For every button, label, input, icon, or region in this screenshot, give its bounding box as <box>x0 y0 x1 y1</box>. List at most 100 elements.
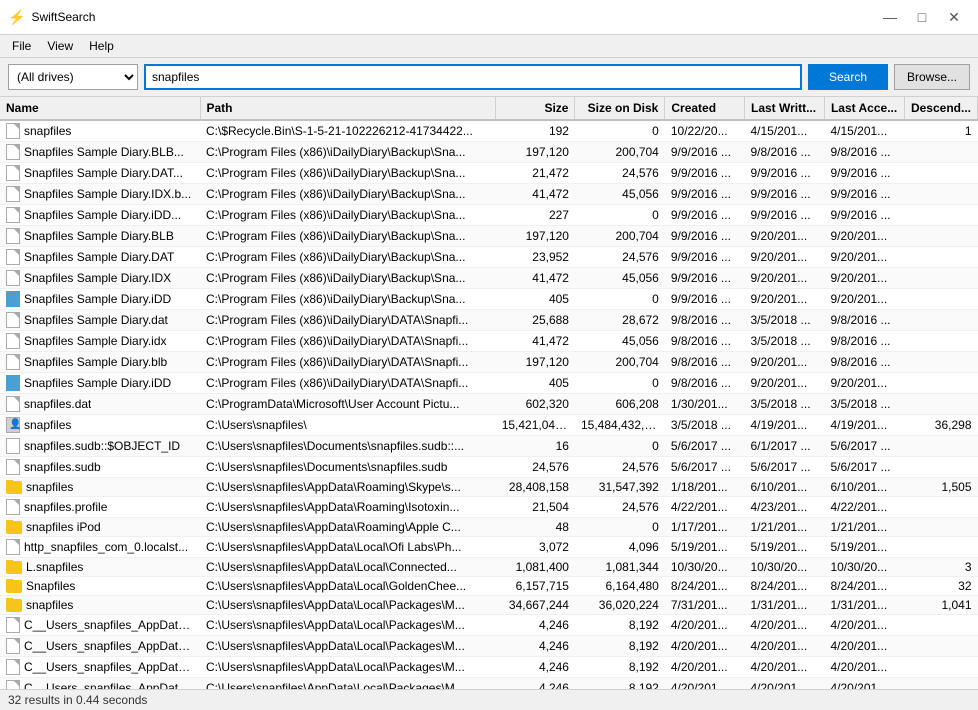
file-created: 9/9/2016 ... <box>665 247 745 268</box>
file-icon <box>6 333 20 349</box>
file-created: 4/20/201... <box>665 615 745 636</box>
table-row[interactable]: Snapfiles Sample Diary.datC:\Program Fil… <box>0 310 978 331</box>
table-row[interactable]: Snapfiles Sample Diary.iDDC:\Program Fil… <box>0 289 978 310</box>
table-row[interactable]: Snapfiles Sample Diary.DATC:\Program Fil… <box>0 247 978 268</box>
file-size: 25,688 <box>496 310 575 331</box>
menu-file[interactable]: File <box>4 37 39 55</box>
table-row[interactable]: Snapfiles Sample Diary.blbC:\Program Fil… <box>0 352 978 373</box>
file-path: C:\Users\snapfiles\Documents\snapfiles.s… <box>200 457 496 478</box>
file-size: 6,157,715 <box>496 577 575 596</box>
file-icon <box>6 638 20 654</box>
col-header-created[interactable]: Created <box>665 97 745 120</box>
file-last-accessed: 9/20/201... <box>824 373 904 394</box>
search-input[interactable] <box>144 64 802 90</box>
file-name-cell: Snapfiles Sample Diary.DAT <box>0 247 200 268</box>
table-row[interactable]: Snapfiles Sample Diary.BLBC:\Program Fil… <box>0 226 978 247</box>
col-header-laccess[interactable]: Last Acce... <box>824 97 904 120</box>
title-bar: ⚡ SwiftSearch — □ ✕ <box>0 0 978 35</box>
browse-button[interactable]: Browse... <box>894 64 970 90</box>
file-last-accessed: 5/6/2017 ... <box>824 436 904 457</box>
table-row[interactable]: snapfiles.dat C:\ProgramData\Microsoft\Us… <box>0 394 978 415</box>
file-name: snapfiles <box>24 418 71 432</box>
table-row[interactable]: snapfilesC:\Users\snapfiles\AppData\Loca… <box>0 596 978 615</box>
table-row[interactable]: C__Users_snapfiles_AppData...C:\Users\sn… <box>0 636 978 657</box>
file-size: 48 <box>496 518 575 537</box>
file-icon <box>6 249 20 265</box>
file-last-accessed: 4/19/201... <box>824 415 904 436</box>
table-wrapper[interactable]: Name Path Size Size on Disk Created Last… <box>0 97 978 689</box>
table-row[interactable]: snapfilesC:\Users\snapfiles\AppData\Roam… <box>0 478 978 497</box>
file-path: C:\Program Files (x86)\iDailyDiary\DATA\… <box>200 352 496 373</box>
table-row[interactable]: snapfiles.sudbC:\Users\snapfiles\Documen… <box>0 457 978 478</box>
minimize-button[interactable]: — <box>874 6 906 28</box>
maximize-button[interactable]: □ <box>906 6 938 28</box>
file-size-on-disk: 1,081,344 <box>575 558 665 577</box>
table-row[interactable]: snapfiles.profileC:\Users\snapfiles\AppD… <box>0 497 978 518</box>
file-icon <box>6 186 20 202</box>
close-button[interactable]: ✕ <box>938 6 970 28</box>
file-size-on-disk: 24,576 <box>575 457 665 478</box>
table-row[interactable]: Snapfiles Sample Diary.iDD...C:\Program … <box>0 205 978 226</box>
file-name-cell: Snapfiles Sample Diary.blb <box>0 352 200 373</box>
col-header-sod[interactable]: Size on Disk <box>575 97 665 120</box>
file-descendants <box>904 142 977 163</box>
table-row[interactable]: Snapfiles Sample Diary.BLB...C:\Program … <box>0 142 978 163</box>
results-container: Name Path Size Size on Disk Created Last… <box>0 97 978 689</box>
table-row[interactable]: Snapfiles Sample Diary.DAT...C:\Program … <box>0 163 978 184</box>
table-row[interactable]: C__Users_snapfiles_AppData...C:\Users\sn… <box>0 657 978 678</box>
file-name: Snapfiles Sample Diary.IDX <box>24 271 171 285</box>
file-last-accessed: 5/6/2017 ... <box>824 457 904 478</box>
file-name-cell: Snapfiles Sample Diary.BLB... <box>0 142 200 163</box>
table-row[interactable]: C__Users_snapfiles_AppData...C:\Users\sn… <box>0 615 978 636</box>
file-path: C:\Users\snapfiles\ <box>200 415 496 436</box>
file-name: snapfiles.dat <box>24 397 91 411</box>
table-row[interactable]: 👤snapfilesC:\Users\snapfiles\15,421,041,… <box>0 415 978 436</box>
table-row[interactable]: snapfiles iPodC:\Users\snapfiles\AppData… <box>0 518 978 537</box>
file-size: 4,246 <box>496 657 575 678</box>
file-name-cell: snapfiles.sudb::$OBJECT_ID <box>0 436 200 457</box>
file-last-accessed: 9/20/201... <box>824 268 904 289</box>
file-size: 4,246 <box>496 678 575 690</box>
table-row[interactable]: C__Users_snapfiles_AppData...C:\Users\sn… <box>0 678 978 690</box>
table-row[interactable]: L.snapfilesC:\Users\snapfiles\AppData\Lo… <box>0 558 978 577</box>
col-header-path[interactable]: Path <box>200 97 496 120</box>
file-descendants <box>904 289 977 310</box>
menu-help[interactable]: Help <box>81 37 122 55</box>
file-name-cell: snapfiles.dat <box>0 394 200 415</box>
file-icon <box>6 165 20 181</box>
file-created: 3/5/2018 ... <box>665 415 745 436</box>
table-row[interactable]: snapfilesC:\$Recycle.Bin\S-1-5-21-102226… <box>0 120 978 142</box>
file-path: C:\ProgramData\Microsoft\User Account Pi… <box>200 394 496 415</box>
file-last-accessed: 9/8/2016 ... <box>824 352 904 373</box>
file-name: http_snapfiles_com_0.localst... <box>24 540 188 554</box>
file-size: 15,421,041,458 <box>496 415 575 436</box>
file-last-written: 10/30/20... <box>744 558 824 577</box>
col-header-name[interactable]: Name <box>0 97 200 120</box>
table-row[interactable]: SnapfilesC:\Users\snapfiles\AppData\Loca… <box>0 577 978 596</box>
col-header-descend[interactable]: Descend... <box>904 97 977 120</box>
file-size-on-disk: 606,208 <box>575 394 665 415</box>
file-last-accessed: 6/10/201... <box>824 478 904 497</box>
table-row[interactable]: Snapfiles Sample Diary.iDDC:\Program Fil… <box>0 373 978 394</box>
file-size: 197,120 <box>496 226 575 247</box>
file-last-accessed: 9/20/201... <box>824 289 904 310</box>
table-row[interactable]: Snapfiles Sample Diary.idxC:\Program Fil… <box>0 331 978 352</box>
folder-icon <box>6 561 22 574</box>
file-descendants <box>904 678 977 690</box>
search-button[interactable]: Search <box>808 64 888 90</box>
table-row[interactable]: http_snapfiles_com_0.localst...C:\Users\… <box>0 537 978 558</box>
menu-view[interactable]: View <box>39 37 81 55</box>
file-size: 24,576 <box>496 457 575 478</box>
file-path: C:\Users\snapfiles\AppData\Local\Package… <box>200 596 496 615</box>
table-row[interactable]: Snapfiles Sample Diary.IDXC:\Program Fil… <box>0 268 978 289</box>
file-name: snapfiles.sudb::$OBJECT_ID <box>24 439 180 453</box>
file-descendants: 32 <box>904 577 977 596</box>
table-row[interactable]: Snapfiles Sample Diary.IDX.b...C:\Progra… <box>0 184 978 205</box>
file-last-accessed: 9/20/201... <box>824 247 904 268</box>
table-row[interactable]: snapfiles.sudb::$OBJECT_IDC:\Users\snapf… <box>0 436 978 457</box>
file-icon <box>6 207 20 223</box>
drive-select[interactable]: (All drives) <box>8 64 138 90</box>
col-header-size[interactable]: Size <box>496 97 575 120</box>
file-created: 5/6/2017 ... <box>665 436 745 457</box>
col-header-lwrite[interactable]: Last Writt... <box>744 97 824 120</box>
